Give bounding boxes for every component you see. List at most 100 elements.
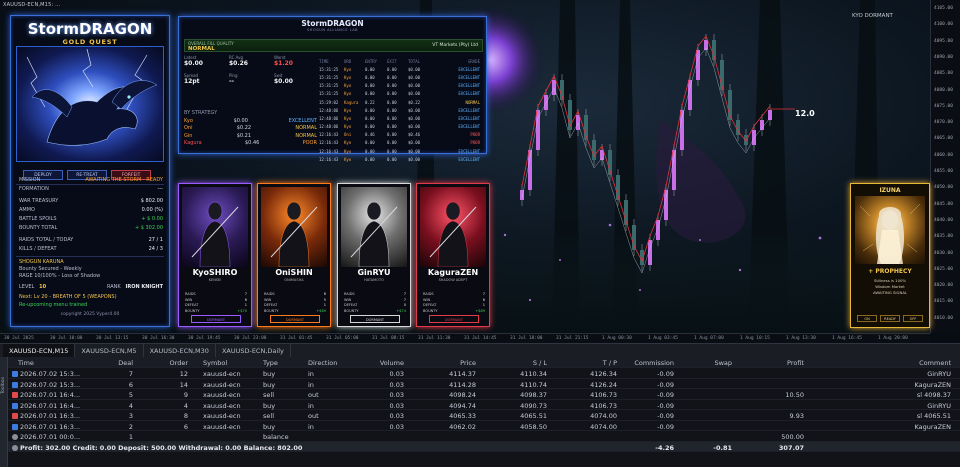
history-row[interactable]: 2026.07.01 00:0... 1 balance 500.00 [8, 431, 960, 442]
history-column-header[interactable]: Comment [919, 359, 951, 367]
history-column-header[interactable]: T / P [603, 359, 617, 367]
warrior-portrait [341, 187, 407, 267]
history-column-header[interactable]: Time [18, 359, 34, 367]
shogun-line: RAGE 10/100% - Loss of Shadow [19, 273, 163, 279]
history-cell: sl 4098.37 [916, 391, 951, 399]
history-row[interactable]: 2026.07.01 16:4... 5 9 xauusd-ecn sell out 0.0… [8, 389, 960, 400]
metric-cell: Swit $0.00 [274, 73, 293, 85]
price-axis-label: 4090.00 [934, 54, 953, 60]
price-axis-label: 4065.00 [934, 136, 953, 142]
izuna-off-button[interactable]: OFF [903, 315, 923, 322]
fill-table-cell: 12:16:43 [319, 148, 339, 154]
izuna-ready-button[interactable]: READY [880, 315, 900, 322]
sell-deal-icon [12, 413, 18, 419]
metric-cell: Ping -- [229, 73, 238, 85]
level-value: 10 [39, 284, 47, 290]
summary-cell: 307.07 [778, 443, 804, 452]
time-axis-label: 31 Jul 05:00 [326, 336, 359, 341]
history-row[interactable]: 2026.07.01 16:4... 4 4 xauusd-ecn buy in 0.03 4… [8, 400, 960, 410]
history-cell: xauusd-ecn [203, 401, 241, 410]
tab-xauusd-m15[interactable]: XAUUSD-ECN,M15 [3, 344, 76, 358]
time-axis[interactable]: 30 Jul 2025 30 Jul 10:00 30 Jul 13:15 30 Ju… [0, 333, 930, 343]
stat-value: 24 / 3 [148, 246, 163, 252]
history-cell: 14 [179, 380, 188, 389]
stats-subtitle: SHOGUN ALLIANCE LAB [306, 28, 359, 32]
history-row[interactable]: 2026.07.01 16:3... 2 6 xauusd-ecn buy in 0.03 4… [8, 421, 960, 431]
izuna-on-button[interactable]: ON [857, 315, 877, 322]
history-column-header[interactable]: Profit [787, 359, 804, 367]
tab-xauusd-m30[interactable]: XAUUSD-ECN,M30 [144, 344, 216, 358]
fill-table-row: 15:31:25 Kyo 0.00 0.00 $0.00 EXCELLENT [319, 90, 482, 98]
history-column-header[interactable]: Direction [308, 359, 337, 367]
history-column-header[interactable]: Price [460, 359, 476, 367]
stat-label: RAIDS TOTAL / TODAY [19, 237, 74, 243]
warrior-name: OniSHIN [275, 268, 313, 277]
prophecy-line: Stillness is 100% [873, 278, 907, 283]
history-row[interactable]: 2026.07.02 15:3... 7 12 xauusd-ecn buy in 0.03… [8, 368, 960, 379]
time-axis-label: 31 Jul 14:45 [464, 336, 497, 341]
history-cell: xauusd-ecn [203, 391, 241, 399]
history-column-header[interactable]: Type [263, 359, 278, 367]
candle [768, 110, 772, 120]
warrior-status-button[interactable]: DORMANT [429, 315, 479, 323]
chart-area[interactable]: XAUUSD-ECN,M15: ... KYO DORMANT 12.0 410… [0, 0, 960, 343]
history-column-header[interactable]: Order [170, 359, 188, 367]
fill-table-cell: EXCELLENT [458, 91, 480, 97]
history-column-header[interactable]: Volume [380, 359, 404, 367]
summary-icon [12, 444, 18, 451]
history-time-cell: 2026.07.02 15:3... [12, 370, 80, 378]
history-row[interactable]: 2026.07.01 16:3... 3 8 xauusd-ecn sell out 0.0… [8, 410, 960, 421]
history-cell: KaguraZEN [914, 380, 951, 389]
warrior-card[interactable]: GinRYU HATAMOTO RAIDS 7 WIN 7 DEFEAT 0 BOUNTY +$7… [337, 183, 411, 327]
history-cell: 12 [179, 370, 188, 378]
price-axis[interactable]: 4105.00 4100.00 4095.00 4090.00 4085.00 4080.… [930, 0, 960, 333]
time-axis-label: 30 Jul 13:15 [96, 336, 129, 341]
warrior-card[interactable]: KaguraZEN SHADOW ADEPT RAIDS 7 WIN 6 DEFEAT 1 BO… [416, 183, 490, 327]
history-cell: 4098.37 [520, 391, 547, 399]
stat-value: $ 802.00 [140, 198, 163, 204]
tab-xauusd-m5[interactable]: XAUUSD-ECN,M5 [75, 344, 144, 358]
sell-deal-icon [12, 392, 18, 398]
history-cell: 3 [128, 412, 133, 420]
history-column-header[interactable]: Deal [118, 359, 133, 367]
warrior-card[interactable]: KyoSHIRO KENSEI RAIDS 7 WIN 6 DEFEAT 1 BOUNTY +$7… [178, 183, 252, 327]
history-row[interactable]: 2026.07.02 15:3... 6 14 xauusd-ecn buy in 0.03… [8, 379, 960, 389]
fill-table-cell: 0.00 [365, 74, 375, 80]
candle [536, 110, 540, 150]
fill-table-row: 12:16:43 Kyo 0.00 0.00 $0.00 EXCELLENT [319, 147, 482, 155]
buy-deal-icon [12, 371, 18, 377]
warrior-status-button[interactable]: DORMANT [191, 315, 241, 323]
history-cell: xauusd-ecn [203, 412, 241, 420]
time-axis-label: 1 Aug 07:00 [694, 336, 724, 341]
fill-table-header-cell: ORD [344, 58, 352, 64]
history-cell: 10.50 [785, 391, 804, 399]
tab-xauusd-daily[interactable]: XAUUSD-ECN,Daily [216, 344, 291, 358]
price-axis-label: 4105.00 [934, 6, 953, 11]
time-axis-label: 30 Jul 2025 [4, 336, 34, 341]
fill-table-cell: 15:31:25 [319, 83, 339, 89]
candle [664, 190, 668, 220]
history-column-header[interactable]: S / L [533, 359, 547, 367]
fill-table-header-cell: GRADE [467, 58, 480, 64]
warrior-stat-value: +$89 [475, 308, 485, 313]
stats-title: StormDRAGON [301, 19, 364, 28]
history-cell: 4 [128, 401, 133, 410]
time-axis-label: 1 Aug 10:15 [740, 336, 770, 341]
candle [744, 135, 748, 145]
fill-table-cell: 0.46 [365, 132, 375, 138]
history-cell: 2026.07.01 16:4... [20, 391, 81, 399]
history-cell: -0.09 [657, 370, 674, 378]
history-column-header[interactable]: Swap [714, 359, 732, 367]
warrior-card[interactable]: OniSHIN ONIMUSHA RAIDS 6 WIN 5 DEFEAT 1 BOUNTY +$… [257, 183, 331, 327]
fill-table-cell: EXCELLENT [458, 115, 480, 121]
history-column-header[interactable]: Commission [634, 359, 674, 367]
toolbox-strip[interactable]: Toolbox [0, 357, 8, 467]
fill-table-cell: NORMAL [465, 99, 480, 105]
history-cell: 2026.07.02 15:3... [20, 370, 81, 378]
history-cell: buy [263, 422, 276, 431]
history-cell: -0.09 [657, 401, 674, 410]
warrior-status-button[interactable]: DORMANT [270, 315, 320, 323]
warrior-status-button[interactable]: DORMANT [350, 315, 400, 323]
balance-icon [12, 434, 18, 440]
history-column-header[interactable]: Symbol [203, 359, 227, 367]
